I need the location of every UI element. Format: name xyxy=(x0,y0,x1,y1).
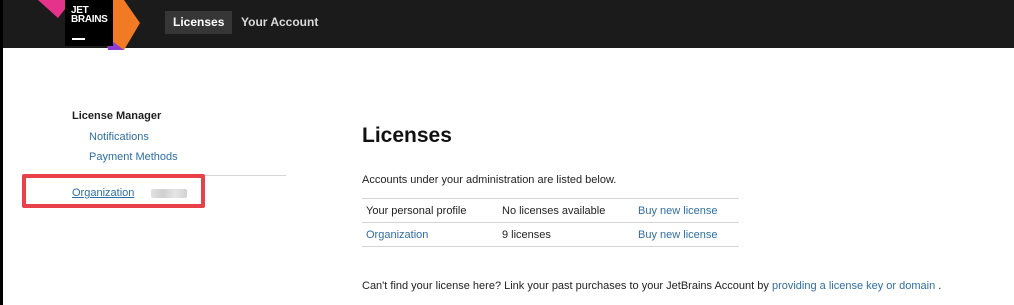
license-status: 9 licenses xyxy=(498,222,634,247)
tab-your-account[interactable]: Your Account xyxy=(233,11,326,34)
organization-account-link[interactable]: Organization xyxy=(366,229,428,241)
footer-suffix: . xyxy=(938,280,942,292)
redacted-organization-name xyxy=(151,189,187,198)
top-navigation-bar: JET BRAINS Licenses Your Account xyxy=(0,0,1014,50)
sidebar-item-organization[interactable]: Organization xyxy=(72,187,134,199)
footer-help-text: Can't find your license here? Link your … xyxy=(362,280,941,292)
footer-text: Can't find your license here? Link your … xyxy=(362,280,769,292)
license-status: No licenses available xyxy=(498,198,634,223)
page-title: Licenses xyxy=(362,124,452,147)
buy-new-license-link[interactable]: Buy new license xyxy=(638,205,718,217)
buy-new-license-link[interactable]: Buy new license xyxy=(638,229,718,241)
licenses-table: Your personal profile No licenses availa… xyxy=(362,198,739,247)
account-name: Your personal profile xyxy=(362,198,498,223)
sidebar-item-payment-methods[interactable]: Payment Methods xyxy=(89,151,178,163)
intro-text: Accounts under your administration are l… xyxy=(362,174,617,186)
table-row: Organization 9 licenses Buy new license xyxy=(362,222,739,247)
sidebar-item-notifications[interactable]: Notifications xyxy=(89,131,149,143)
sidebar-heading-license-manager: License Manager xyxy=(72,110,162,122)
page: JET BRAINS Licenses Your Account License… xyxy=(0,0,1014,305)
jetbrains-logo[interactable]: JET BRAINS xyxy=(38,0,148,50)
window-left-border xyxy=(0,0,3,305)
jetbrains-logo-icon xyxy=(38,0,140,50)
tab-licenses[interactable]: Licenses xyxy=(165,11,233,34)
table-row: Your personal profile No licenses availa… xyxy=(362,198,739,223)
provide-license-key-link[interactable]: providing a license key or domain xyxy=(772,280,935,292)
logo-text-brains: BRAINS xyxy=(71,14,108,25)
logo-underline xyxy=(72,38,85,40)
